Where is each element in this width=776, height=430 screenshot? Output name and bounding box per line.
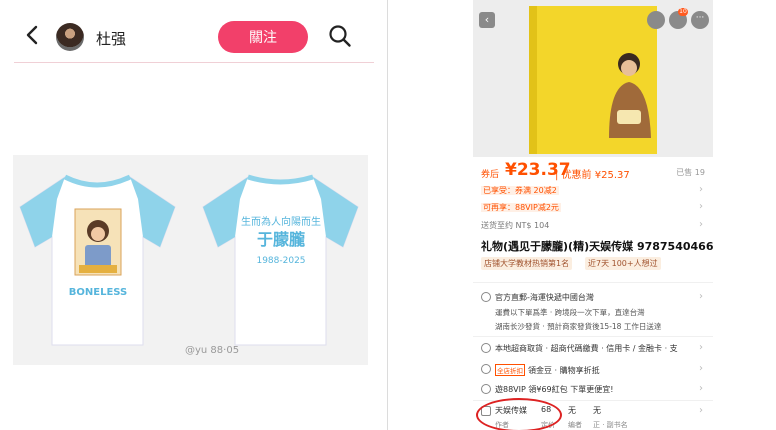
back-arrow-icon[interactable]: [22, 24, 44, 46]
vip-row[interactable]: 遊88VIP 領¥69紅包 下單更便宜!: [495, 384, 613, 395]
coupon-label: 券后: [481, 170, 500, 180]
promo-text: 可再享：88VIP减2元: [481, 203, 561, 212]
promo-row[interactable]: 已享受：券满 20减2: [481, 185, 559, 196]
sold-count: 已售 19: [676, 168, 705, 177]
more-icon[interactable]: ···: [691, 11, 709, 29]
chevron-right-icon[interactable]: ›: [699, 201, 703, 212]
interest-tag[interactable]: 近7天 100+人想过: [585, 257, 661, 270]
shield-icon: [481, 343, 491, 353]
price-before-value: ¥25.37: [594, 170, 630, 181]
watermark: @yu 88·05: [185, 345, 240, 356]
cart-count-badge: 10: [678, 8, 688, 16]
spec-title-label: 正 · 副书名: [593, 421, 628, 429]
spec-editor-value: 无: [568, 406, 576, 415]
chevron-right-icon[interactable]: ›: [699, 342, 703, 353]
gold-bean-text: 領金豆 · 購物享折抵: [528, 366, 600, 375]
promo-row[interactable]: 可再享：88VIP减2元: [481, 202, 561, 213]
service-line3: 湖南长沙發貨 · 預計商家發貨後15-18 工作日送達: [495, 322, 662, 331]
section-divider: [473, 282, 713, 283]
product-hero[interactable]: ‹ 10 ···: [473, 0, 713, 157]
chevron-right-icon[interactable]: ›: [699, 363, 703, 374]
left-pane: 杜强 關注 BONELESS 生而為人向陽而生 于朦朧 1988-2025 @y…: [0, 0, 388, 430]
search-icon[interactable]: [328, 24, 352, 48]
chevron-right-icon[interactable]: ›: [699, 383, 703, 394]
avatar[interactable]: [56, 23, 84, 51]
plane-icon: [481, 292, 491, 302]
shirt-front-text: BONELESS: [69, 287, 127, 298]
gift-icon: [481, 384, 491, 394]
red-annotation-circle: [476, 398, 562, 430]
chevron-right-icon[interactable]: ›: [699, 405, 703, 416]
back-icon[interactable]: ‹: [479, 12, 495, 28]
gold-bean-row[interactable]: 全店折扣 領金豆 · 購物享折抵: [495, 364, 600, 376]
shipping-row[interactable]: 送货至约 NT$ 104: [481, 220, 549, 231]
product-title: 礼物(遇见于朦朧)(精)天娱传媒 9787540466008: [481, 240, 713, 253]
shirt-back-line2: 于朦朧: [257, 230, 305, 249]
service-line2: 運費以下單爲準 · 跨境段一次下單，直達台灣: [495, 308, 645, 317]
price-before-coupon: | 优惠前 ¥25.37: [555, 170, 630, 181]
chevron-right-icon[interactable]: ›: [699, 219, 703, 230]
user-name[interactable]: 杜强: [96, 28, 126, 49]
header-divider: [14, 62, 374, 63]
section-divider: [473, 336, 713, 337]
shipping-text: 送货至约 NT$ 104: [481, 221, 550, 230]
chevron-right-icon[interactable]: ›: [699, 291, 703, 302]
service-line1: 官方直郵-海運快遞中國台灣: [495, 293, 594, 302]
profile-header: 杜强 關注: [0, 0, 388, 62]
price-row: 券后 ¥23.37 | 优惠前 ¥25.37 已售 19: [473, 160, 713, 182]
product-image[interactable]: BONELESS 生而為人向陽而生 于朦朧 1988-2025 @yu 88·0…: [13, 155, 368, 365]
pane-divider: [387, 0, 388, 430]
coin-icon: [481, 364, 491, 374]
discount-label: 优惠前: [561, 170, 592, 181]
spec-editor-label: 编者: [568, 421, 582, 429]
shirt-back-line1: 生而為人向陽而生: [241, 215, 321, 228]
discount-tag: 全店折扣: [495, 364, 525, 376]
book-cover-image: [529, 6, 657, 154]
share-icon[interactable]: [647, 11, 665, 29]
tshirt-back-image: 生而為人向陽而生 于朦朧 1988-2025: [202, 174, 359, 346]
tshirt-front-image: BONELESS: [19, 174, 176, 346]
rank-tag[interactable]: 店铺大学教材热销第1名: [481, 257, 573, 270]
promo-text: 已享受：券满 20减2: [481, 186, 559, 195]
payment-options[interactable]: 本地超商取貨 · 超商代碼繳費 · 信用卡 / 金融卡 · 支: [495, 343, 678, 354]
spec-title-value: 无: [593, 406, 601, 415]
follow-button[interactable]: 關注: [218, 21, 308, 53]
shirt-back-line3: 1988-2025: [256, 256, 305, 266]
right-pane: ‹ 10 ··· 券后 ¥23.37 | 优惠前 ¥25.37 已售 19 已享…: [473, 0, 713, 430]
chevron-right-icon[interactable]: ›: [699, 184, 703, 195]
